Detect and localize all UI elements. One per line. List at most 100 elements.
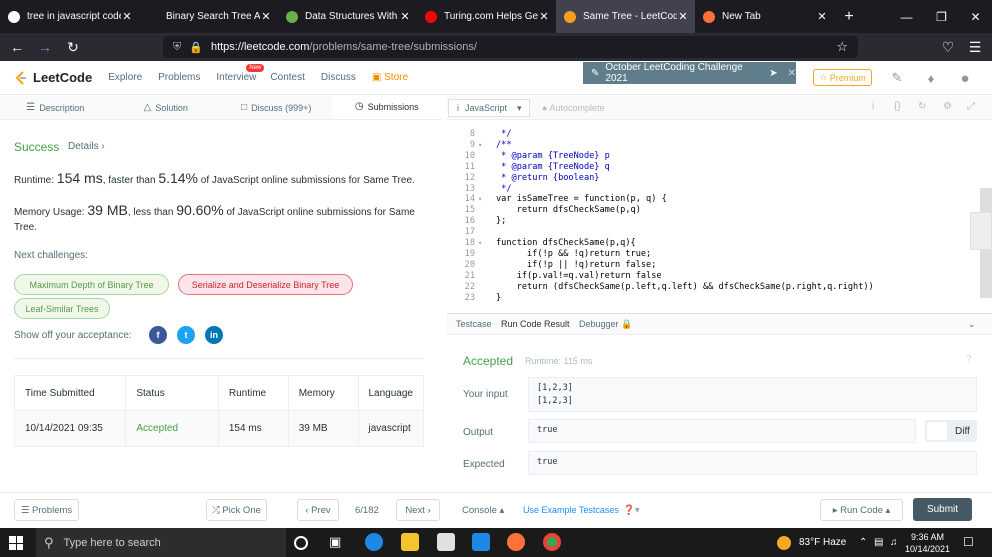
fullscreen-icon[interactable]: ⤢ xyxy=(967,101,975,112)
challenge-pill[interactable]: Leaf-Similar Trees xyxy=(14,298,110,319)
browser-tab[interactable]: tree in javascript code - G✕ xyxy=(0,0,139,33)
nav-explore[interactable]: Explore xyxy=(108,72,142,83)
tab-testcase[interactable]: Testcase xyxy=(456,319,492,329)
nav-store[interactable]: ▣ Store xyxy=(372,72,408,83)
browser-tab[interactable]: Data Structures With Jav✕ xyxy=(278,0,417,33)
braces-icon[interactable]: {} xyxy=(894,101,901,112)
file-explorer-icon[interactable] xyxy=(401,533,419,551)
weather-text[interactable]: 83°F Haze xyxy=(799,537,846,548)
notifications-icon[interactable]: ☐ xyxy=(963,535,974,549)
info-icon[interactable]: i xyxy=(872,101,874,112)
problems-button[interactable]: ☰ Problems xyxy=(14,499,79,521)
restore-icon[interactable]: ❐ xyxy=(924,0,959,33)
pick-one-button[interactable]: ⤮ Pick One xyxy=(206,499,267,521)
reset-icon[interactable]: ↻ xyxy=(918,101,926,112)
task-view-icon[interactable]: ▣ xyxy=(329,534,347,552)
reload-icon[interactable]: ↻ xyxy=(59,33,87,61)
nav-discuss[interactable]: Discuss xyxy=(321,72,356,83)
browser-tab[interactable]: Same Tree - LeetCode ✕ xyxy=(556,0,695,33)
facebook-icon[interactable]: f xyxy=(149,326,167,344)
google-icon xyxy=(8,10,20,23)
fold-arrow-icon[interactable]: ▾ xyxy=(478,238,482,249)
back-arrow-icon[interactable]: ← xyxy=(3,33,31,61)
mail-icon[interactable] xyxy=(472,533,490,551)
chrome-taskbar-icon[interactable] xyxy=(543,533,561,551)
nav-contest[interactable]: Contest xyxy=(270,72,304,83)
console-button[interactable]: Console ▴ xyxy=(462,505,504,516)
nav-problems[interactable]: Problems xyxy=(158,72,200,83)
menu-icon[interactable]: ☰ xyxy=(961,33,989,61)
nav-interview[interactable]: Interview New xyxy=(216,64,265,83)
tab-description[interactable]: ☰ Description xyxy=(0,96,111,119)
close-tab-icon[interactable]: ✕ xyxy=(260,10,272,23)
rocket-icon: ➤ xyxy=(769,67,778,79)
close-tab-icon[interactable]: ✕ xyxy=(121,10,133,23)
browser-tab[interactable]: Turing.com Helps Get To✕ xyxy=(417,0,556,33)
lock-icon[interactable]: 🔒 xyxy=(189,41,203,54)
edge-icon[interactable] xyxy=(365,533,383,551)
challenge-close-icon[interactable]: ✕ xyxy=(788,68,796,79)
leetcode-logo[interactable]: LeetCode xyxy=(14,70,92,85)
help-icon[interactable]: ? xyxy=(966,354,972,365)
close-tab-icon[interactable]: ✕ xyxy=(816,10,828,23)
prev-button[interactable]: ‹ Prev xyxy=(297,499,339,521)
bookmark-star-icon[interactable]: ☆ xyxy=(836,39,848,55)
collapse-chevron-icon[interactable]: ⌄ xyxy=(968,319,976,330)
language-select[interactable]: i JavaScript ▾ xyxy=(448,99,530,117)
code-editor[interactable]: 8 */9 ▾/** 10 * @param {TreeNode} p 11 * @p… xyxy=(447,121,992,310)
cortana-icon[interactable] xyxy=(294,536,308,550)
taskbar-search[interactable]: ⚲ Type here to search xyxy=(36,528,286,557)
taskbar-clock[interactable]: 9:36 AM 10/14/2021 xyxy=(905,531,950,555)
forward-arrow-icon[interactable]: → xyxy=(31,33,59,61)
pocket-icon[interactable]: ♡ xyxy=(934,33,962,61)
linkedin-icon[interactable]: in xyxy=(205,326,223,344)
settings-gear-icon[interactable]: ⚙ xyxy=(943,101,952,112)
browser-tab[interactable]: New Tab ✕ xyxy=(695,0,834,33)
user-avatar-icon[interactable]: ● xyxy=(956,69,974,87)
clock-icon: ◷ xyxy=(354,101,364,112)
store-app-icon[interactable] xyxy=(437,533,455,551)
table-row[interactable]: 10/14/2021 09:35 Accepted 154 ms 39 MB j… xyxy=(14,410,424,447)
new-tab-plus-icon[interactable]: + xyxy=(834,0,864,33)
network-icon[interactable]: ▤ xyxy=(874,537,883,548)
address-bar[interactable]: ⛨ 🔒 https://leetcode.com/problems/same-t… xyxy=(163,36,858,58)
twitter-icon[interactable]: t xyxy=(177,326,195,344)
side-handle[interactable] xyxy=(970,212,992,250)
shield-icon[interactable]: ⛨ xyxy=(173,41,181,54)
fold-arrow-icon[interactable]: ▾ xyxy=(478,140,482,151)
close-tab-icon[interactable]: ✕ xyxy=(538,10,550,23)
run-code-button[interactable]: ▸ Run Code ▴ xyxy=(820,499,903,521)
next-button[interactable]: Next › xyxy=(396,499,440,521)
diff-toggle-knob[interactable] xyxy=(927,422,947,440)
submit-button[interactable]: Submit xyxy=(913,498,972,521)
windows-start-icon[interactable] xyxy=(9,536,23,550)
challenge-pill[interactable]: Serialize and Deserialize Binary Tree xyxy=(178,274,353,295)
notification-bell-icon[interactable]: ♦ xyxy=(922,69,940,87)
fold-arrow-icon[interactable]: ▾ xyxy=(478,194,482,205)
tray-chevron-icon[interactable]: ⌃ xyxy=(859,537,867,548)
expected-label: Expected xyxy=(463,459,505,470)
tab-run-result[interactable]: Run Code Result xyxy=(501,319,570,329)
playground-icon[interactable]: ✎ xyxy=(888,69,906,87)
details-link[interactable]: Details › xyxy=(68,141,105,152)
autocomplete-toggle[interactable]: ● Autocomplete xyxy=(542,103,605,113)
tab-debugger[interactable]: Debugger 🔒 xyxy=(579,319,632,330)
volume-icon[interactable]: ♫ xyxy=(890,537,898,548)
challenge-pill[interactable]: Maximum Depth of Binary Tree xyxy=(14,274,169,295)
help-icon[interactable]: ❓▾ xyxy=(623,505,640,516)
cell-status[interactable]: Accepted xyxy=(125,410,219,447)
challenge-banner[interactable]: ✎ October LeetCoding Challenge 2021 ➤ ✕ xyxy=(583,62,796,84)
premium-button[interactable]: ☆ Premium xyxy=(813,69,872,86)
browser-tab[interactable]: Binary Search Tree Algori✕ xyxy=(139,0,278,33)
tab-submissions-label: Submissions xyxy=(367,101,419,112)
tab-discuss[interactable]: □ Discuss (999+) xyxy=(221,96,332,119)
use-example-link[interactable]: Use Example Testcases xyxy=(523,505,619,515)
close-tab-icon[interactable]: ✕ xyxy=(677,10,689,23)
close-tab-icon[interactable]: ✕ xyxy=(399,10,411,23)
minimize-icon[interactable]: — xyxy=(889,0,924,33)
close-window-icon[interactable]: ✕ xyxy=(958,0,992,33)
tab-submissions[interactable]: ◷ Submissions xyxy=(331,96,442,119)
firefox-taskbar-icon[interactable] xyxy=(507,533,525,551)
weather-sun-icon[interactable] xyxy=(777,536,791,550)
tab-solution[interactable]: △ Solution xyxy=(111,96,222,119)
